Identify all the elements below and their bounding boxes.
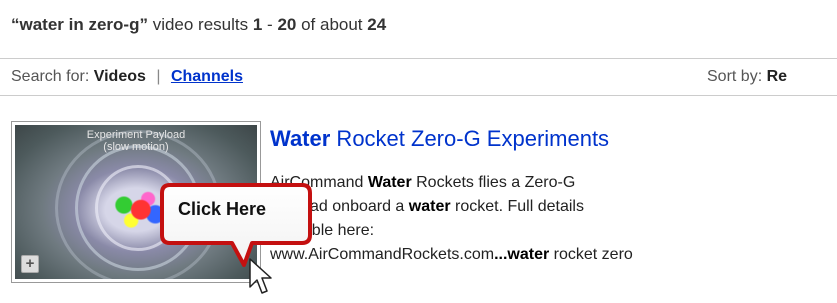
range-start: 1 <box>252 15 263 34</box>
videos-option: Videos <box>93 68 146 85</box>
description-line: AirCommand Water Rockets flies a Zero-G <box>270 171 837 195</box>
video-description: AirCommand Water Rockets flies a Zero-G … <box>270 171 837 267</box>
description-text: Rockets flies a Zero-G <box>411 174 576 191</box>
search-for-label: Search for: <box>11 68 90 85</box>
add-to-quicklist-button[interactable]: + <box>21 255 39 273</box>
results-label: video results <box>147 15 253 34</box>
description-text: rocket. Full details <box>450 198 584 215</box>
sort-by-label: Sort by: <box>707 68 763 85</box>
query-text: “water in zero-g” <box>11 15 148 34</box>
callout-bubble <box>160 183 312 267</box>
search-for-group: Search for: Videos | Channels <box>11 68 243 86</box>
of-about-label: of about <box>296 15 368 34</box>
description-keyword: Water <box>367 174 412 191</box>
range-end: 20 <box>277 15 297 34</box>
sort-by-value[interactable]: Re <box>767 68 787 85</box>
search-type-bar: Search for: Videos | Channels Sort by: R… <box>0 58 837 96</box>
option-separator: | <box>156 68 161 85</box>
title-keyword: Water <box>270 126 331 151</box>
thumbnail-caption: Experiment Payload (slow motion) <box>15 129 257 153</box>
video-title-link[interactable]: Water Rocket Zero-G Experiments <box>270 126 609 152</box>
description-line: www.AirCommandRockets.com...water rocket… <box>270 243 837 267</box>
thumbnail-caption-line1: Experiment Payload <box>86 129 186 141</box>
description-keyword: water <box>408 198 451 215</box>
results-header: “water in zero-g” video results 1 - 20 o… <box>11 15 386 35</box>
channels-link[interactable]: Channels <box>171 68 243 85</box>
callout-label: Click Here <box>178 199 267 219</box>
search-results-page: “water in zero-g” video results 1 - 20 o… <box>0 0 837 303</box>
thumbnail-caption-line2: (slow motion) <box>103 141 169 153</box>
range-separator: - <box>262 15 278 34</box>
sort-group: Sort by: Re <box>707 68 787 86</box>
description-line: available here: <box>270 222 375 239</box>
description-text: rocket zero <box>549 246 633 263</box>
description-keyword: ...water <box>494 246 550 263</box>
description-line: Payload onboard a water rocket. Full det… <box>270 195 837 219</box>
click-here-callout: Click Here <box>160 183 312 267</box>
mouse-pointer-icon <box>248 257 274 302</box>
total-count: 24 <box>367 15 387 34</box>
title-rest: Rocket Zero-G Experiments <box>330 126 610 151</box>
